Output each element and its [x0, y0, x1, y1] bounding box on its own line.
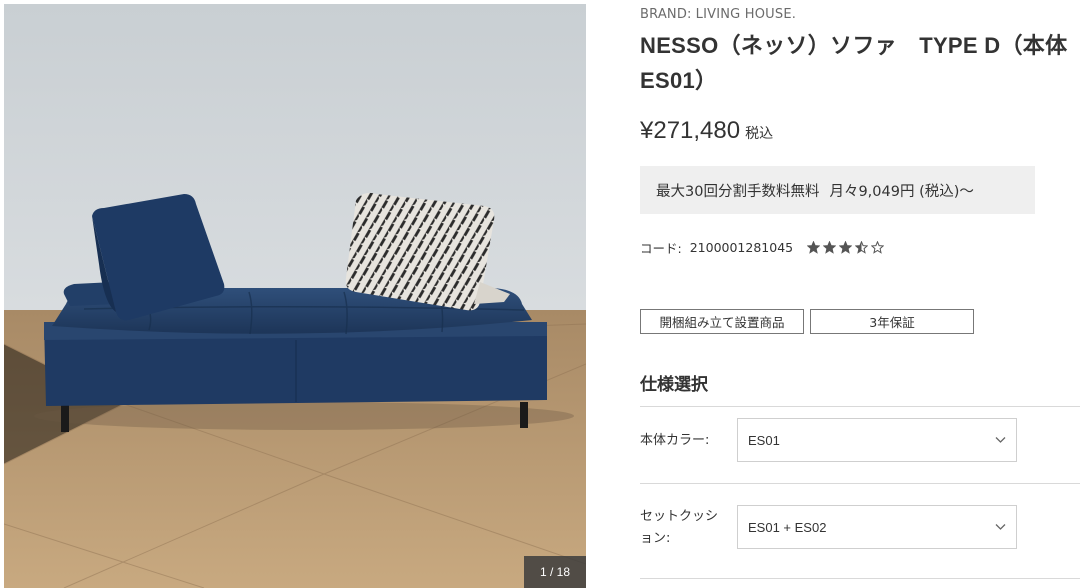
installment-text: 最大30回分割手数料無料 — [656, 183, 820, 200]
star-half-icon — [855, 241, 869, 254]
body-color-value: ES01 — [748, 432, 780, 448]
divider — [640, 406, 1080, 407]
brand-line: BRAND: LIVING HOUSE. — [640, 7, 796, 22]
set-cushion-label: セットクッション: — [640, 509, 719, 546]
rating-stars[interactable] — [807, 241, 885, 254]
divider — [640, 578, 1080, 579]
body-color-select[interactable]: ES01 — [737, 418, 1017, 462]
star-full-icon — [839, 241, 853, 254]
body-color-label: 本体カラー: — [640, 433, 710, 448]
monthly-price-text: 月々9,049円 (税込)～ — [829, 183, 974, 200]
product-image-gallery[interactable]: 1 / 18 — [4, 4, 586, 588]
star-full-icon — [823, 241, 837, 254]
set-cushion-select[interactable]: ES01 + ES02 — [737, 505, 1017, 549]
price-row: ¥271,480 税込 — [640, 117, 773, 145]
installment-banner: 最大30回分割手数料無料 月々9,049円 (税込)～ — [640, 166, 1035, 214]
image-counter: 1 / 18 — [524, 556, 586, 588]
brand-label: BRAND: — [640, 7, 692, 22]
chevron-down-icon — [995, 437, 1006, 443]
tax-label: 税込 — [745, 126, 774, 142]
tag-assembly-install: 開梱組み立て設置商品 — [640, 309, 804, 334]
star-full-icon — [807, 241, 821, 254]
divider — [640, 483, 1080, 484]
tag-warranty: 3年保証 — [810, 309, 974, 334]
sofa-photo — [4, 4, 586, 588]
product-code-row: コード: 2100001281045 — [640, 238, 885, 257]
code-label: コード: — [640, 241, 682, 256]
chevron-down-icon — [995, 524, 1006, 530]
spec-selection-heading: 仕様選択 — [640, 375, 708, 395]
set-cushion-value: ES01 + ES02 — [748, 519, 827, 535]
code-value: 2100001281045 — [689, 240, 794, 255]
product-tags: 開梱組み立て設置商品 3年保証 — [640, 309, 974, 334]
brand-name-link[interactable]: LIVING HOUSE. — [696, 7, 796, 22]
product-title: NESSO（ネッソ）ソファ TYPE D（本体ES01） — [640, 33, 1068, 93]
star-empty-icon — [871, 241, 885, 254]
product-price: ¥271,480 — [640, 117, 741, 144]
